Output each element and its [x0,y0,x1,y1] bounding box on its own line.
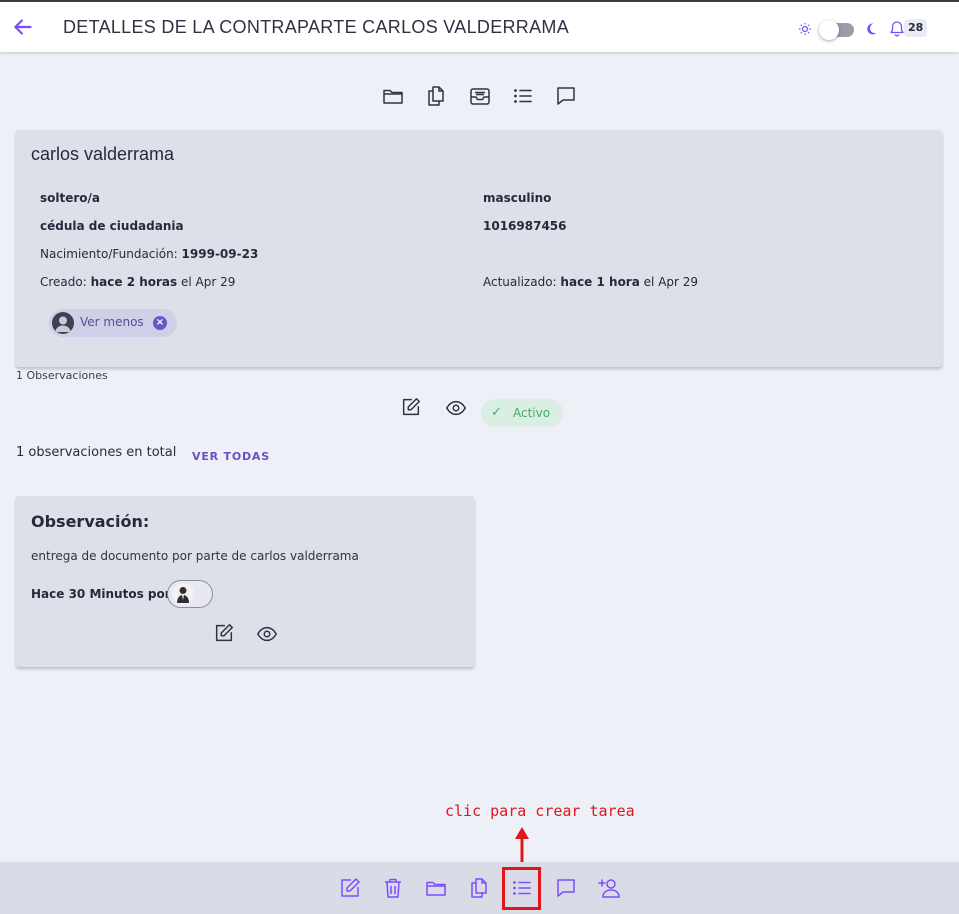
observation-card: Observación: entrega de documento por pa… [16,496,474,667]
comment-icon[interactable] [554,876,578,900]
birth-date: Nacimiento/Fundación: 1999-09-23 [40,247,259,261]
top-app-bar: DETALLES DE LA CONTRAPARTE CARLOS VALDER… [0,0,959,52]
eye-icon[interactable] [444,397,468,419]
observation-description: entrega de documento por parte de carlos… [31,549,359,563]
author-avatar-icon [172,583,194,605]
ver-menos-chip[interactable]: Ver menos × [49,309,177,337]
marital-status: soltero/a [40,191,101,205]
eye-icon[interactable] [255,623,279,645]
close-icon[interactable]: × [153,316,167,330]
observation-title: Observación: [31,512,150,531]
task-list-icon[interactable] [511,84,535,108]
arrow-left-icon [14,19,32,35]
annotation-hint: clic para crear tarea [445,802,635,820]
folder-icon[interactable] [381,84,405,108]
observation-meta: Hace 30 Minutos por [31,587,171,601]
check-icon: ✓ [491,405,502,420]
author-avatar-chip[interactable] [167,580,213,608]
highlight-box [502,867,541,910]
user-avatar-icon [55,316,71,332]
moon-icon [867,23,877,35]
id-number: 1016987456 [483,219,567,233]
id-type: cédula de ciudadania [40,219,184,233]
back-button[interactable] [10,14,36,40]
toggle-knob [819,20,839,40]
edit-icon[interactable] [400,396,422,418]
avatar [52,312,74,334]
edit-icon[interactable] [213,622,235,644]
theme-toggle[interactable] [819,20,854,40]
created-info: Creado: hace 2 horas el Apr 29 [40,275,236,289]
trash-icon[interactable] [381,876,405,900]
contact-name: carlos valderrama [31,144,175,164]
status-badge: ✓ Activo [481,399,563,427]
edit-icon[interactable] [338,876,362,900]
add-user-icon[interactable] [597,876,621,900]
view-all-link[interactable]: VER TODAS [192,450,270,463]
updated-info: Actualizado: hace 1 hora el Apr 29 [483,275,699,289]
comment-icon[interactable] [554,84,578,108]
documents-icon[interactable] [467,876,491,900]
bell-icon[interactable] [889,20,905,38]
documents-icon[interactable] [424,84,448,108]
sun-icon [799,23,811,35]
profile-card: carlos valderrama soltero/a masculino cé… [16,130,942,367]
page-title: DETALLES DE LA CONTRAPARTE CARLOS VALDER… [63,17,570,37]
gender: masculino [483,191,552,205]
bottom-toolbar [0,862,959,914]
status-label: Activo [513,406,551,420]
notification-count-badge: 28 [904,19,928,37]
folder-icon[interactable] [424,876,448,900]
observations-count: 1 Observaciones [16,369,108,382]
inbox-icon[interactable] [468,84,492,108]
observations-total: 1 observaciones en total [16,445,177,460]
chip-label: Ver menos [80,315,144,329]
